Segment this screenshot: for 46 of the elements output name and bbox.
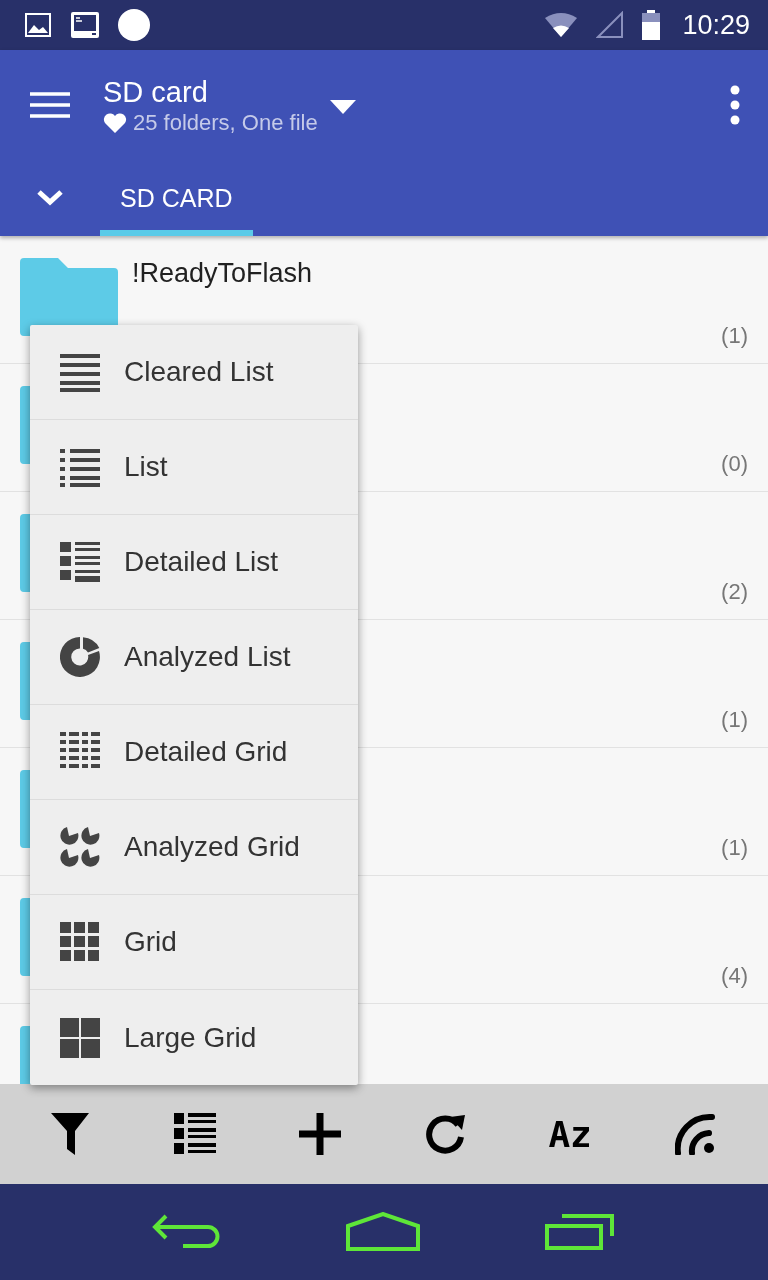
item-count: (0) [721, 451, 748, 477]
donut-icon [60, 637, 100, 677]
list-icon [60, 447, 100, 487]
wifi-icon [544, 12, 579, 38]
detailed-list-icon [60, 542, 100, 582]
dropdown-icon[interactable] [329, 100, 356, 114]
terminal-icon [70, 11, 100, 39]
large-grid-icon [60, 1017, 100, 1058]
refresh-icon[interactable] [423, 1113, 466, 1155]
cast-icon[interactable] [674, 1113, 717, 1155]
list-icon[interactable] [174, 1113, 217, 1155]
menu-item[interactable]: Analyzed List [30, 610, 358, 705]
grid-icon [60, 922, 100, 962]
signal-icon [596, 11, 625, 39]
chevron-down-icon[interactable] [36, 189, 64, 207]
item-count: (2) [721, 579, 748, 605]
folder-name: !ReadyToFlash [132, 258, 314, 289]
app-subtitle: 25 folders, One file [133, 110, 318, 136]
menu-item[interactable]: Grid [30, 895, 358, 990]
item-count: (1) [721, 323, 748, 349]
menu-item[interactable]: List [30, 420, 358, 515]
tab[interactable]: SD CARD [100, 160, 253, 236]
circle-icon [118, 9, 150, 41]
menu-item[interactable]: Detailed Grid [30, 705, 358, 800]
menu-item[interactable]: Detailed List [30, 515, 358, 610]
item-count: (4) [721, 963, 748, 989]
recent-apps-icon[interactable] [544, 1212, 617, 1252]
menu-button[interactable] [30, 91, 70, 119]
battery-icon [642, 10, 661, 40]
menu-icon [30, 91, 70, 119]
lines-icon [60, 352, 100, 392]
item-count: (1) [721, 835, 748, 861]
image-icon [24, 12, 52, 38]
filter-icon[interactable] [51, 1113, 92, 1155]
app-title: SD card [103, 75, 209, 110]
item-count: (1) [721, 707, 748, 733]
pie-grid-icon [60, 827, 100, 867]
more-icon [730, 85, 740, 125]
more-button[interactable] [730, 85, 740, 125]
heart-icon [103, 112, 127, 134]
status-time: 10:29 [682, 9, 750, 41]
home-icon[interactable] [345, 1212, 421, 1252]
sort-button[interactable]: Az [548, 1113, 592, 1155]
menu-item[interactable]: Cleared List [30, 325, 358, 420]
add-icon[interactable] [298, 1113, 341, 1155]
menu-item[interactable]: Analyzed Grid [30, 800, 358, 895]
